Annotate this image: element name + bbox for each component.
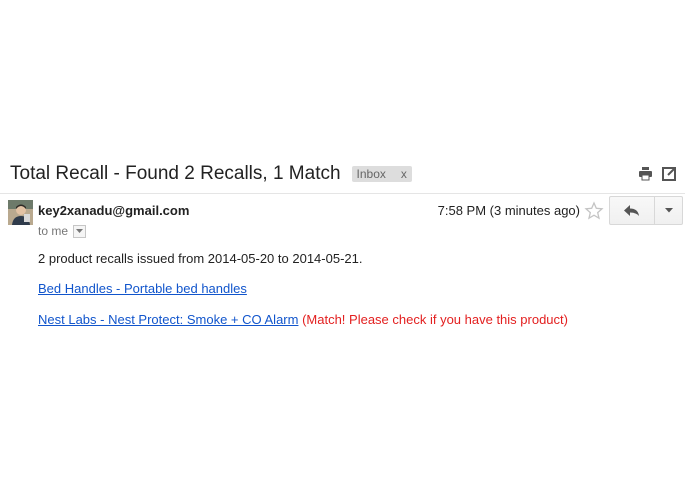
chevron-down-icon: [76, 228, 84, 233]
recall-link-bed-handles[interactable]: Bed Handles - Portable bed handles: [38, 281, 247, 296]
recipient-label: to me: [38, 224, 69, 238]
recipient-row: to me: [38, 224, 87, 238]
avatar[interactable]: [8, 200, 33, 225]
reply-button[interactable]: [609, 196, 655, 225]
recipient-details-button[interactable]: [73, 224, 87, 238]
inbox-label-chip[interactable]: Inbox x: [351, 166, 412, 182]
email-timestamp: 7:58 PM (3 minutes ago): [437, 203, 580, 218]
header-divider: [0, 193, 685, 194]
sender-email[interactable]: key2xanadu@gmail.com: [38, 203, 189, 218]
reply-actions: [609, 196, 683, 225]
recall-item: Nest Labs - Nest Protect: Smoke + CO Ala…: [38, 312, 568, 327]
subject-actions: [638, 166, 677, 181]
star-icon[interactable]: [584, 201, 604, 221]
email-subject: Total Recall - Found 2 Recalls, 1 Match: [10, 163, 341, 184]
label-text: Inbox: [356, 167, 386, 181]
reply-icon: [624, 204, 639, 216]
match-note: (Match! Please check if you have this pr…: [302, 312, 568, 327]
more-actions-button[interactable]: [655, 196, 683, 225]
chevron-down-icon: [664, 208, 673, 213]
remove-label-button[interactable]: x: [396, 167, 412, 181]
print-icon[interactable]: [638, 166, 653, 181]
recall-link-nest-protect[interactable]: Nest Labs - Nest Protect: Smoke + CO Ala…: [38, 312, 298, 327]
new-window-icon[interactable]: [662, 166, 677, 181]
recall-item: Bed Handles - Portable bed handles: [38, 281, 247, 296]
email-subject-row: Total Recall - Found 2 Recalls, 1 Match …: [10, 160, 685, 188]
recall-summary: 2 product recalls issued from 2014-05-20…: [38, 251, 363, 266]
